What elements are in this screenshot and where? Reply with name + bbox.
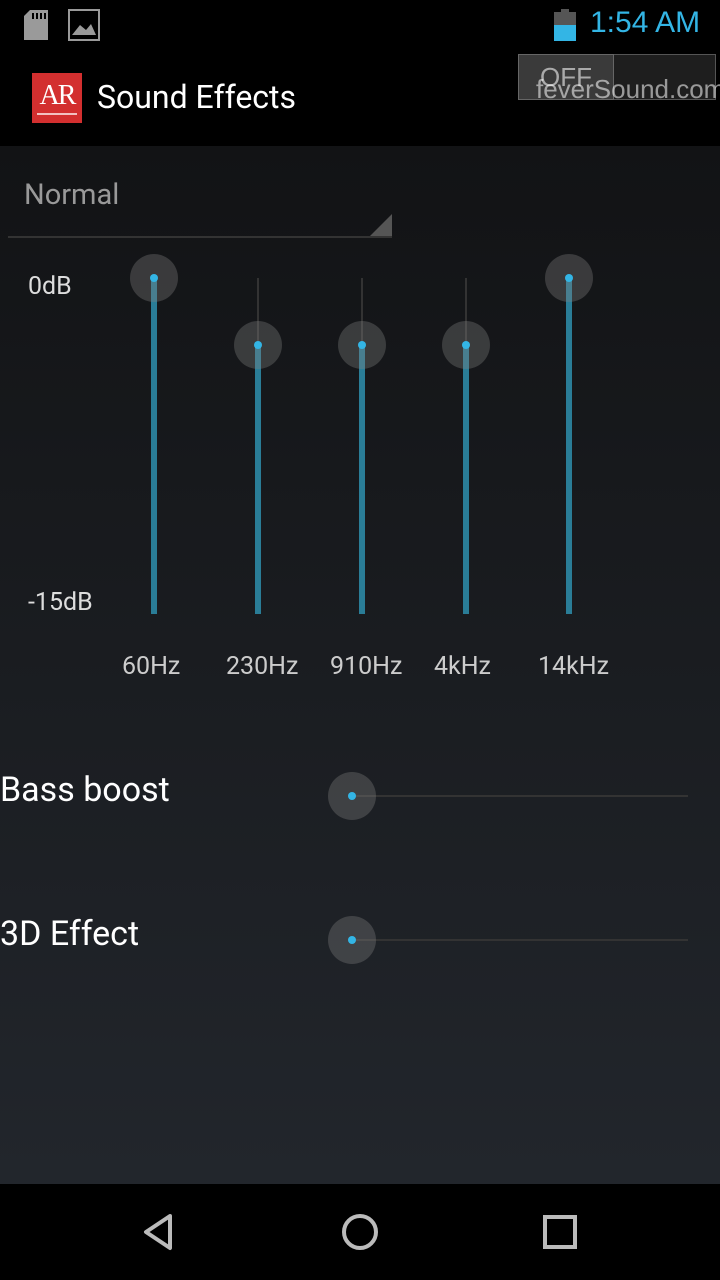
db-max-label: 0dB xyxy=(28,272,72,301)
eq-band-910Hz[interactable] xyxy=(338,278,386,614)
main-content: Normal 0dB -15dB 60Hz 230Hz 910Hz 4kHz 14kHz… xyxy=(0,146,720,1184)
app-logo-underline xyxy=(37,112,77,115)
thumb-dot xyxy=(150,274,158,282)
preset-label: Normal xyxy=(24,178,120,212)
effect-3d-label: 3D Effect xyxy=(0,914,140,954)
page-title: Sound Effects xyxy=(97,78,297,116)
eq-band-thumb[interactable] xyxy=(545,254,593,302)
eq-frequency-label: 4kHz xyxy=(434,652,491,681)
eq-band-level xyxy=(463,345,469,614)
eq-band-thumb[interactable] xyxy=(234,321,282,370)
app-logo-text: AR xyxy=(39,79,77,111)
db-min-label: -15dB xyxy=(28,588,93,617)
eq-frequency-label: 14kHz xyxy=(538,652,610,681)
action-bar: AR Sound Effects OFF feverSound.com xyxy=(0,50,720,146)
eq-band-thumb[interactable] xyxy=(130,254,178,302)
clock: 1:54 AM xyxy=(590,6,701,39)
effect-3d-thumb[interactable] xyxy=(328,916,376,964)
thumb-dot xyxy=(462,341,470,350)
effect-3d-slider[interactable] xyxy=(328,916,688,964)
dropdown-arrow-icon xyxy=(370,214,392,236)
eq-band-thumb[interactable] xyxy=(338,321,386,370)
thumb-dot xyxy=(348,936,356,944)
eq-band-60Hz[interactable] xyxy=(130,254,178,614)
eq-band-level xyxy=(151,278,157,614)
eq-band-level xyxy=(359,345,365,614)
preset-dropdown[interactable]: Normal xyxy=(8,146,392,238)
thumb-dot xyxy=(565,274,573,282)
eq-frequency-label: 60Hz xyxy=(122,652,181,681)
recent-apps-icon[interactable] xyxy=(536,1208,584,1256)
bass-boost-label: Bass boost xyxy=(0,770,170,810)
thumb-dot xyxy=(358,341,366,350)
eq-band-level xyxy=(566,278,572,614)
bass-boost-slider[interactable] xyxy=(328,772,688,820)
eq-band-4kHz[interactable] xyxy=(442,278,490,614)
eq-band-thumb[interactable] xyxy=(442,321,490,370)
bass-boost-thumb[interactable] xyxy=(328,772,376,820)
app-logo: AR xyxy=(32,73,82,123)
eq-frequency-label: 910Hz xyxy=(330,652,403,681)
eq-band-14kHz[interactable] xyxy=(545,254,593,614)
watermark: feverSound.com xyxy=(536,74,720,104)
navigation-bar xyxy=(0,1184,720,1280)
status-bar: 1:54 AM xyxy=(0,0,720,50)
home-icon[interactable] xyxy=(336,1208,384,1256)
back-icon[interactable] xyxy=(136,1208,184,1256)
gallery-icon xyxy=(68,9,100,41)
thumb-dot xyxy=(348,792,356,800)
eq-band-230Hz[interactable] xyxy=(234,278,282,614)
thumb-dot xyxy=(254,341,262,350)
sd-card-icon xyxy=(24,10,48,40)
eq-band-level xyxy=(255,345,261,614)
battery-icon xyxy=(554,9,576,41)
eq-frequency-label: 230Hz xyxy=(226,652,299,681)
